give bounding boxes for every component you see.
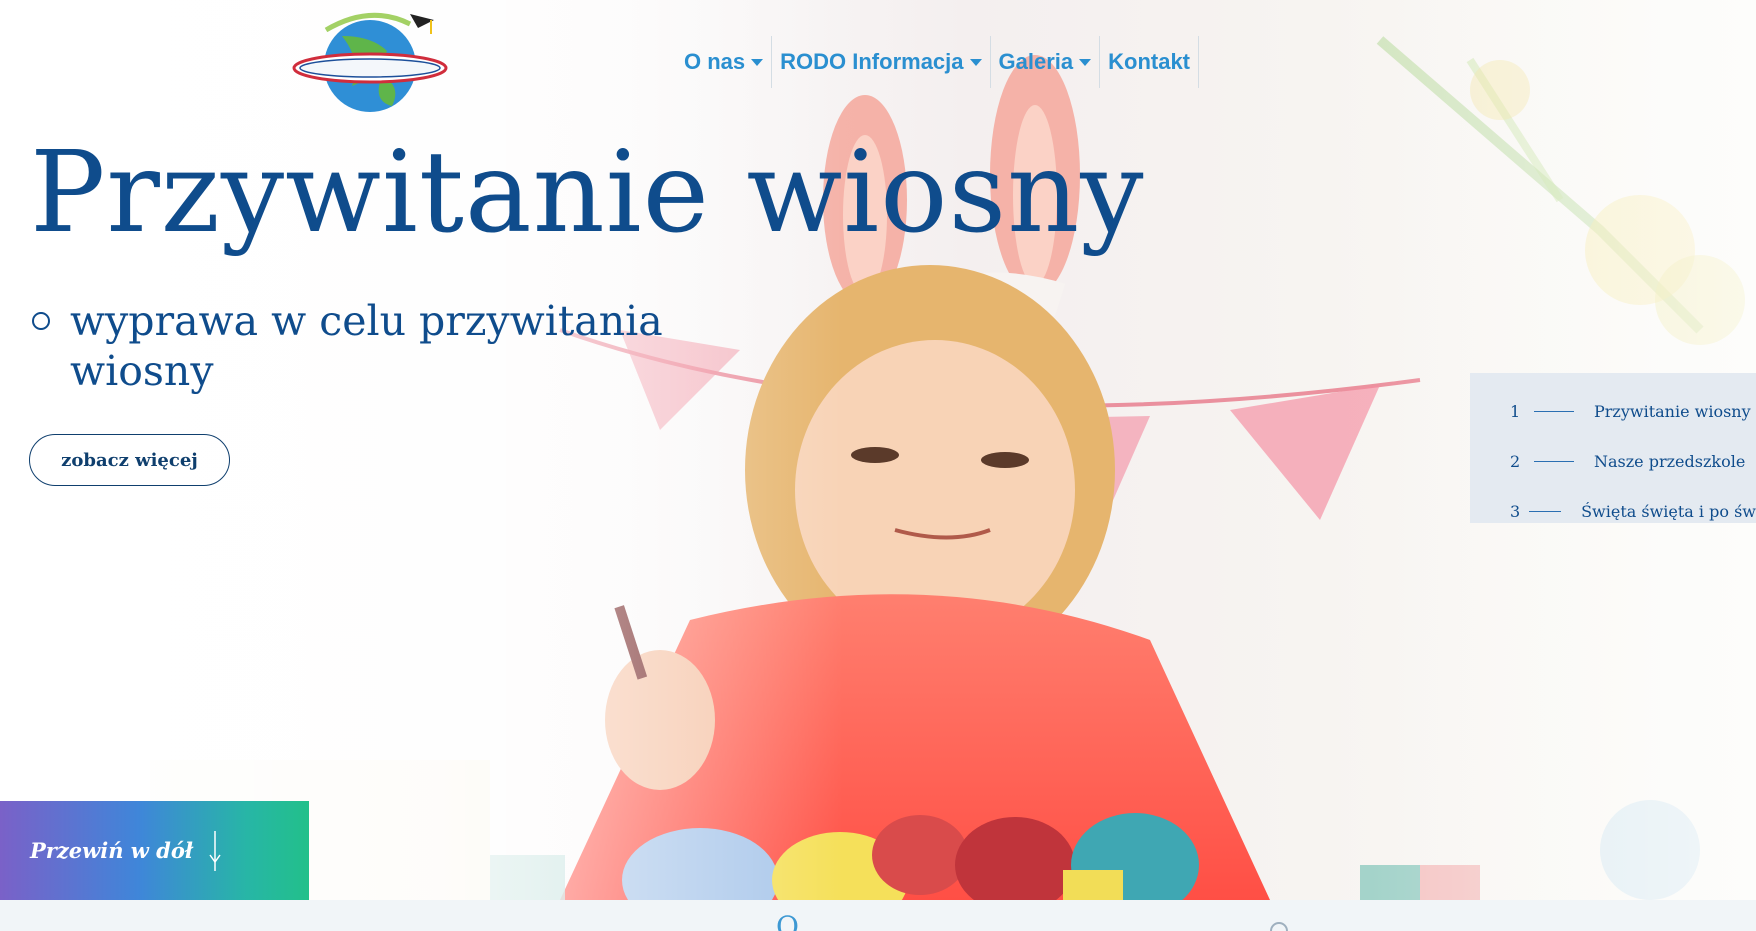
slide-nav-item-2[interactable]: 2 Nasze przedszkole <box>1470 436 1756 486</box>
arrow-down-icon <box>209 830 221 871</box>
hero-list: wyprawa w celu przywitania wiosny <box>32 296 732 396</box>
list-item: wyprawa w celu przywitania wiosny <box>32 296 732 396</box>
chevron-down-icon <box>1079 58 1092 66</box>
slide-navigation: 1 Przywitanie wiosny 2 Nasze przedszkole… <box>1470 373 1756 523</box>
see-more-button[interactable]: zobacz więcej <box>29 434 230 486</box>
nav-item-label: O nas <box>684 49 746 74</box>
nav-item-kontakt[interactable]: Kontakt <box>1100 36 1200 88</box>
slide-number: 2 <box>1510 451 1521 471</box>
chevron-down-icon <box>751 58 764 66</box>
slide-label: Święta święta i po św <box>1581 501 1756 521</box>
chevron-down-icon <box>969 58 982 66</box>
nav-item-label: Kontakt <box>1108 49 1191 74</box>
scroll-down-label: Przewiń w dół <box>30 838 193 863</box>
slide-label: Nasze przedszkole <box>1594 451 1746 471</box>
slide-nav-item-3[interactable]: 3 Święta święta i po św <box>1470 486 1756 523</box>
main-nav: O nas RODO Informacja Galeria Kontakt <box>676 36 1200 88</box>
slide-number: 1 <box>1510 401 1521 421</box>
logo[interactable] <box>292 6 448 116</box>
nav-item-label: RODO Informacja <box>780 49 964 74</box>
slide-divider <box>1534 460 1574 462</box>
section-heading-partial: O <box>776 910 799 931</box>
hero-list-text: wyprawa w celu przywitania wiosny <box>70 297 663 395</box>
slide-nav-item-1[interactable]: 1 Przywitanie wiosny <box>1470 386 1756 436</box>
circle-bullet-icon <box>32 312 50 330</box>
nav-item-rodo[interactable]: RODO Informacja <box>772 36 991 88</box>
slide-divider <box>1534 410 1574 412</box>
nav-item-o-nas[interactable]: O nas <box>676 36 773 88</box>
nav-item-galeria[interactable]: Galeria <box>991 36 1101 88</box>
slide-number: 3 <box>1510 501 1521 521</box>
slide-label: Przywitanie wiosny <box>1594 401 1751 421</box>
slide-divider <box>1529 510 1562 512</box>
scroll-down-button[interactable]: Przewiń w dół <box>0 801 309 900</box>
hero-title: Przywitanie wiosny <box>30 128 1145 258</box>
nav-item-label: Galeria <box>998 49 1074 74</box>
below-fold-section: O <box>0 900 1756 931</box>
